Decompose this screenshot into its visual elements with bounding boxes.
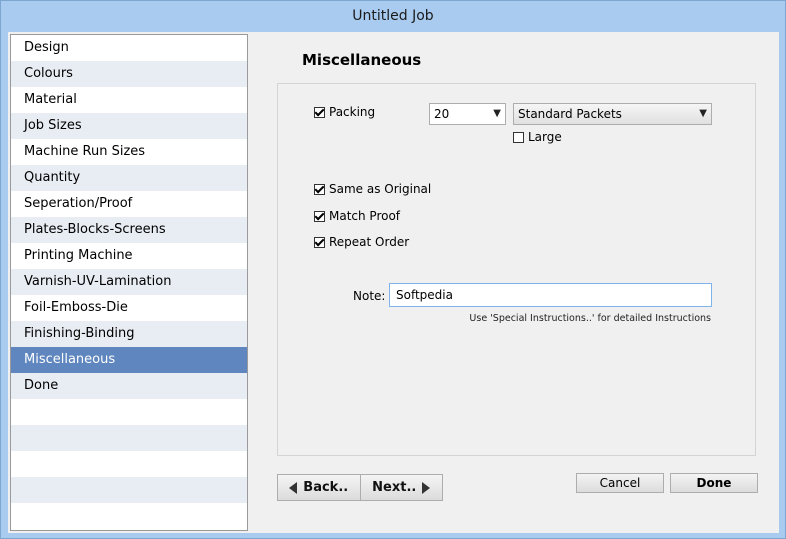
repeat-order-checkbox[interactable]: Repeat Order [314, 235, 409, 249]
sidebar-item-printing-machine[interactable]: Printing Machine [11, 243, 247, 269]
navigation-buttons: Back.. Next.. [277, 474, 443, 501]
match-proof-checkbox-box[interactable] [314, 210, 325, 222]
note-input[interactable]: Softpedia [389, 283, 712, 307]
large-checkbox[interactable]: Large [513, 130, 562, 144]
sidebar-item-machine-run-sizes[interactable]: Machine Run Sizes [11, 139, 247, 165]
sidebar-item-finishing-binding[interactable]: Finishing-Binding [11, 321, 247, 347]
sidebar-item-miscellaneous[interactable]: Miscellaneous [11, 347, 247, 373]
sidebar-item-material[interactable]: Material [11, 87, 247, 113]
repeat-order-checkbox-box[interactable] [314, 236, 325, 248]
sidebar-empty-row [11, 477, 247, 503]
sidebar-item-quantity[interactable]: Quantity [11, 165, 247, 191]
large-checkbox-box[interactable] [513, 131, 524, 143]
packing-label: Packing [329, 105, 376, 119]
back-button-label: Back.. [303, 480, 349, 495]
sidebar-empty-row [11, 425, 247, 451]
sidebar-item-foil-emboss-die[interactable]: Foil-Emboss-Die [11, 295, 247, 321]
sidebar-item-design[interactable]: Design [11, 35, 247, 61]
packing-count-value: 20 [434, 107, 450, 121]
large-label: Large [528, 130, 562, 144]
same-as-original-checkbox[interactable]: Same as Original [314, 182, 431, 196]
repeat-order-label: Repeat Order [329, 235, 410, 249]
sidebar-empty-row [11, 399, 247, 425]
done-button[interactable]: Done [670, 473, 758, 493]
match-proof-label: Match Proof [329, 209, 401, 223]
chevron-down-icon: ▼ [699, 108, 707, 119]
note-hint: Use 'Special Instructions..' for detaile… [469, 313, 711, 324]
next-button[interactable]: Next.. [359, 475, 443, 500]
sidebar-item-plates-blocks-screens[interactable]: Plates-Blocks-Screens [11, 217, 247, 243]
match-proof-checkbox[interactable]: Match Proof [314, 209, 400, 223]
arrow-left-icon [289, 481, 298, 494]
sidebar-empty-row [11, 451, 247, 477]
next-button-label: Next.. [372, 480, 417, 495]
sidebar-item-colours[interactable]: Colours [11, 61, 247, 87]
section-title: Miscellaneous [302, 51, 422, 69]
packing-type-select[interactable]: Standard Packets ▼ [513, 103, 712, 125]
cancel-button[interactable]: Cancel [576, 473, 664, 493]
packing-type-value: Standard Packets [518, 107, 622, 121]
window-client: Design Colours Material Job Sizes Machin… [8, 32, 779, 533]
packing-count-select[interactable]: 20 ▼ [429, 103, 506, 125]
sidebar-empty-row [11, 503, 247, 529]
packing-checkbox-box[interactable] [314, 106, 325, 118]
sidebar-item-seperation-proof[interactable]: Seperation/Proof [11, 191, 247, 217]
miscellaneous-panel: Packing 20 ▼ Standard Packets ▼ Large Sa… [277, 83, 756, 456]
arrow-right-icon [422, 481, 431, 494]
same-as-original-label: Same as Original [329, 182, 432, 196]
sidebar: Design Colours Material Job Sizes Machin… [10, 34, 248, 531]
sidebar-item-varnish-uv-lamination[interactable]: Varnish-UV-Lamination [11, 269, 247, 295]
sidebar-item-done[interactable]: Done [11, 373, 247, 399]
app-window: Untitled Job Design Colours Material Job… [0, 0, 786, 539]
note-label: Note: [353, 289, 386, 303]
window-title: Untitled Job [1, 1, 785, 32]
chevron-down-icon: ▼ [493, 108, 501, 119]
sidebar-item-job-sizes[interactable]: Job Sizes [11, 113, 247, 139]
packing-checkbox[interactable]: Packing [314, 105, 375, 119]
back-button[interactable]: Back.. [278, 475, 360, 500]
same-as-original-checkbox-box[interactable] [314, 183, 325, 195]
